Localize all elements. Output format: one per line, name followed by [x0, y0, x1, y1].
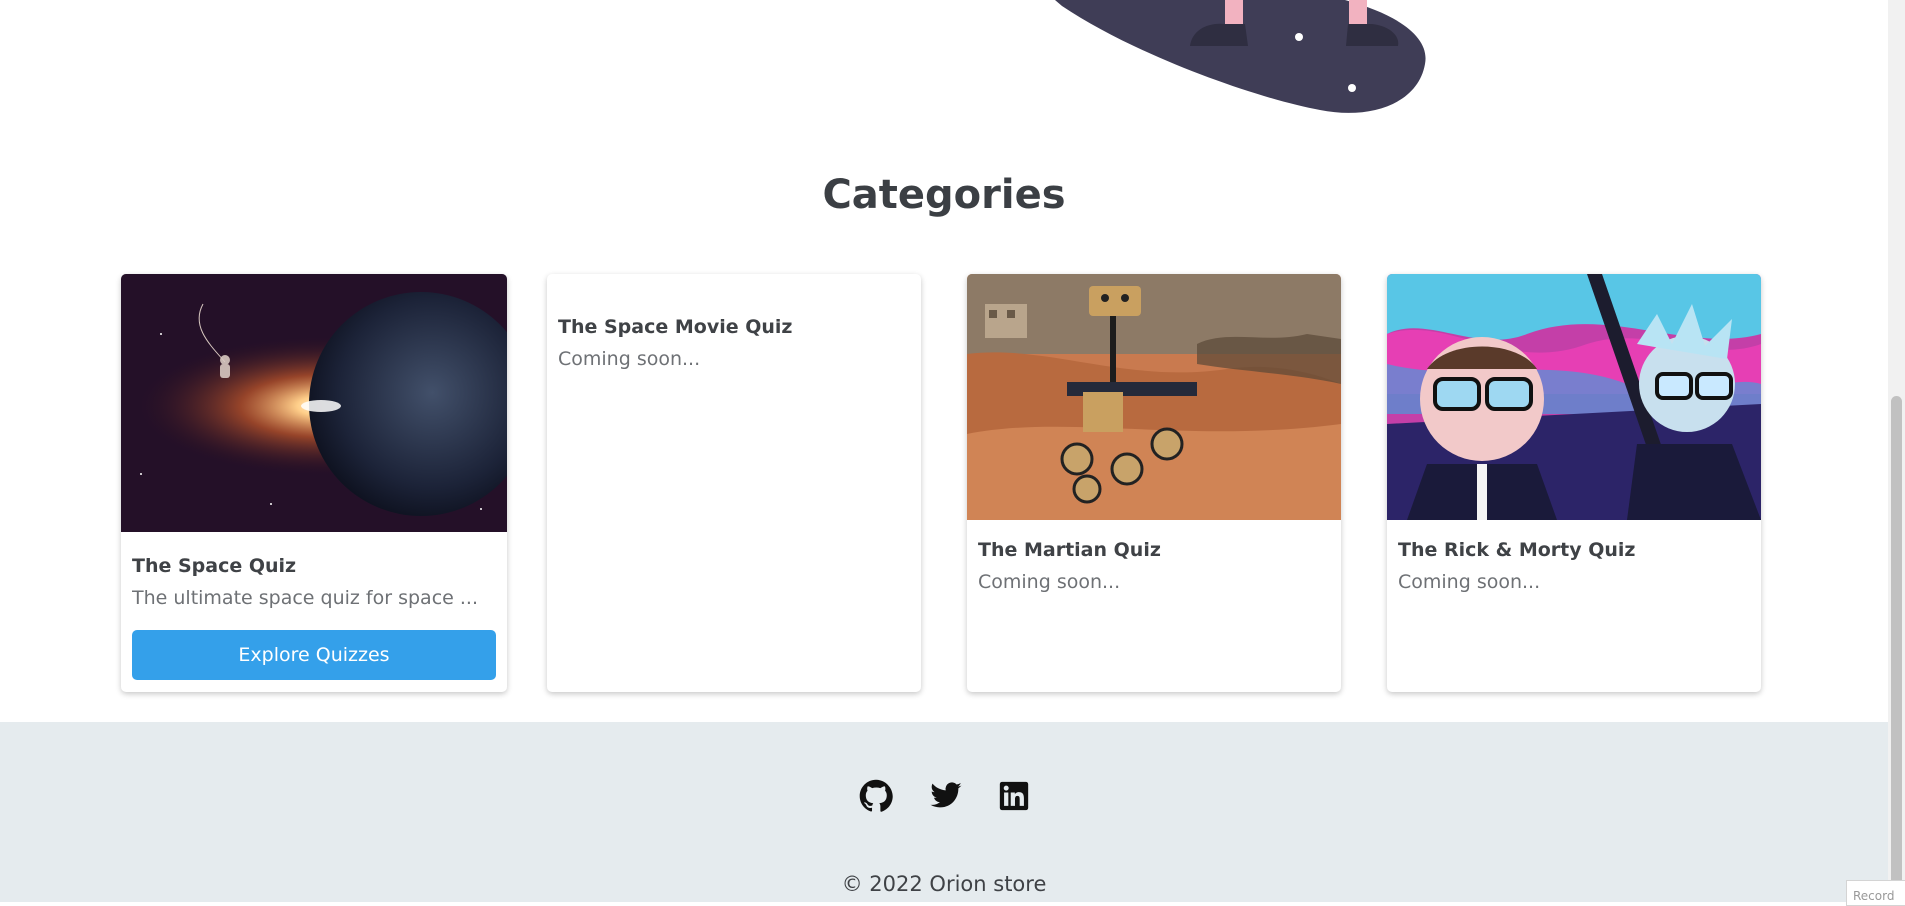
- twitter-icon[interactable]: [929, 779, 963, 813]
- explore-quizzes-button[interactable]: Explore Quizzes: [132, 630, 496, 680]
- hero-skateboard-illustration: [1055, 0, 1426, 113]
- github-icon[interactable]: [859, 779, 893, 813]
- card-description: Coming soon...: [1398, 571, 1541, 593]
- card-description: Coming soon...: [978, 571, 1121, 593]
- card-description: Coming soon...: [558, 348, 701, 370]
- broken-image-placeholder: [547, 274, 921, 316]
- rick-morty-image: [1387, 274, 1761, 520]
- linkedin-icon[interactable]: [997, 779, 1031, 813]
- record-badge[interactable]: Record: [1846, 880, 1905, 906]
- section-title: Categories: [822, 172, 1066, 218]
- category-card-space-movie-quiz: The Space Movie Quiz Coming soon...: [547, 274, 921, 692]
- card-title: The Space Quiz: [132, 555, 297, 577]
- card-title: The Martian Quiz: [978, 539, 1161, 561]
- space-quiz-image: [121, 274, 507, 532]
- card-title: The Rick & Morty Quiz: [1398, 539, 1636, 561]
- copyright-text: © 2022 Orion store: [841, 872, 1047, 896]
- martian-quiz-image: [967, 274, 1341, 520]
- card-title: The Space Movie Quiz: [558, 316, 793, 338]
- category-card-space-quiz: The Space Quiz The ultimate space quiz f…: [121, 274, 507, 692]
- footer: © 2022 Orion store: [0, 722, 1888, 902]
- category-card-rick-morty-quiz: The Rick & Morty Quiz Coming soon...: [1387, 274, 1761, 692]
- card-description: The ultimate space quiz for space ...: [132, 587, 478, 609]
- category-card-martian-quiz: The Martian Quiz Coming soon...: [967, 274, 1341, 692]
- scrollbar-thumb[interactable]: [1891, 396, 1902, 902]
